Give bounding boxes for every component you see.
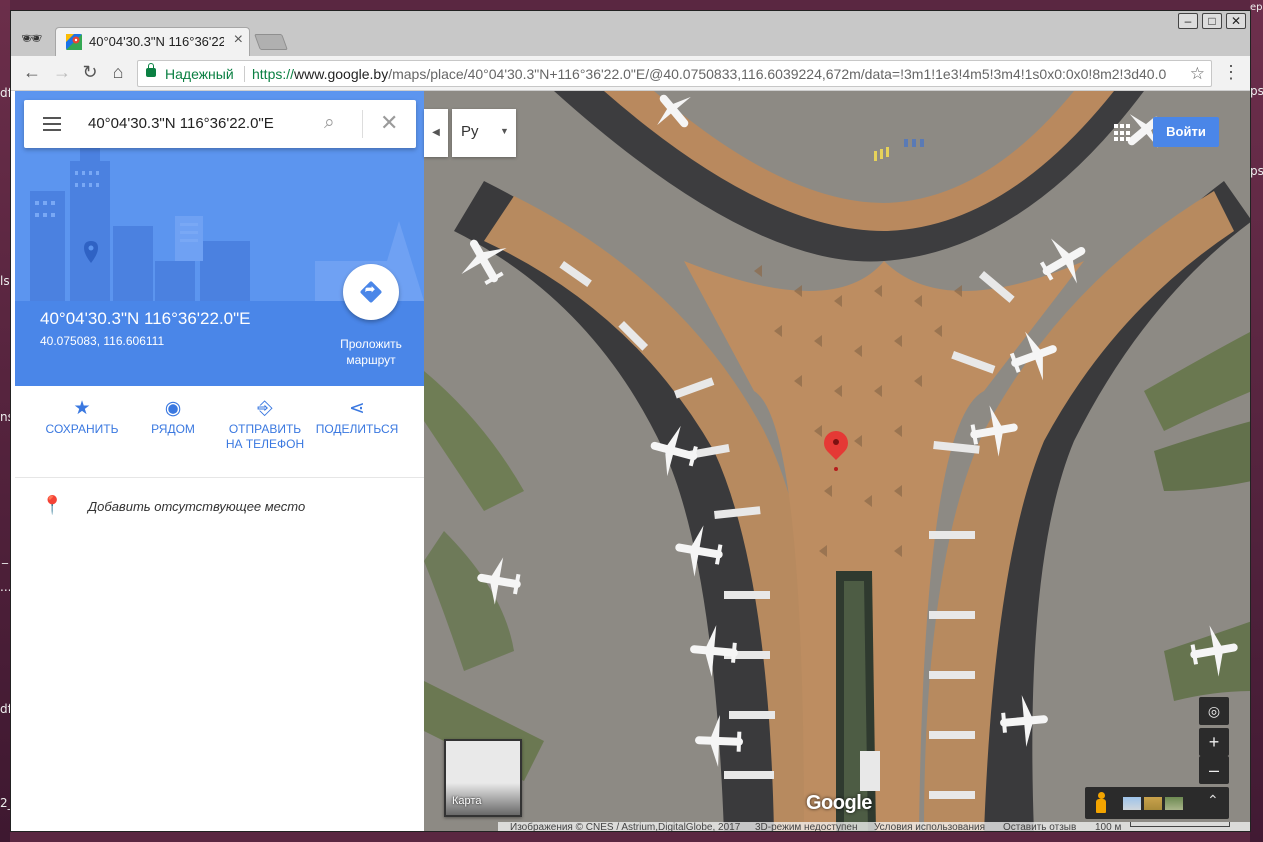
zoom-in-button[interactable]: + bbox=[1199, 728, 1229, 756]
minimize-button[interactable]: – bbox=[1178, 13, 1198, 29]
add-place-icon: 📍 bbox=[41, 495, 64, 515]
place-actions: ★ Сохранить ◉ Рядом ⎆ Отправить на телеф… bbox=[15, 396, 424, 476]
chevron-up-icon[interactable]: ⌃ bbox=[1207, 792, 1219, 809]
address-separator bbox=[244, 66, 245, 82]
map-type-label: Карта bbox=[452, 795, 482, 807]
tab-title: 40°04'30.3"N 116°36'22.0"E bbox=[89, 34, 224, 49]
search-icon[interactable]: ⌕ bbox=[324, 112, 335, 134]
my-location-button[interactable]: ◎ bbox=[1199, 697, 1229, 725]
share-button[interactable]: ⋖ Поделиться bbox=[311, 396, 403, 437]
desktop-fragment: _ bbox=[2, 550, 8, 564]
add-missing-place-link[interactable]: 📍 Добавить отсутствующее место bbox=[15, 489, 424, 525]
map-type-toggle[interactable]: Карта bbox=[444, 739, 522, 817]
menu-icon[interactable] bbox=[43, 117, 61, 131]
close-window-button[interactable]: ✕ bbox=[1226, 13, 1246, 29]
collapse-panel-button[interactable]: ◀ bbox=[424, 109, 448, 157]
three-d-unavailable: 3D-режим недоступен bbox=[755, 822, 858, 832]
chevron-down-icon: ▼ bbox=[500, 126, 509, 136]
tab-strip: 🕶 40°04'30.3"N 116°36'22.0"E × – □ ✕ bbox=[11, 11, 1250, 56]
new-tab-button[interactable] bbox=[254, 34, 288, 50]
zoom-out-button[interactable]: – bbox=[1199, 756, 1229, 784]
scale-bar bbox=[1130, 822, 1230, 827]
search-divider bbox=[362, 110, 363, 138]
page-content: 40°04'30.3"N 116°36'22.0"E 40.075083, 11… bbox=[11, 91, 1250, 832]
desktop-fragment: ls bbox=[0, 274, 10, 288]
home-icon[interactable]: ⌂ bbox=[107, 62, 129, 83]
street-view-bar: ⌃ bbox=[1085, 787, 1229, 819]
close-tab-icon[interactable]: × bbox=[234, 31, 243, 49]
imagery-thumbnail[interactable] bbox=[1165, 797, 1183, 810]
maximize-button[interactable]: □ bbox=[1202, 13, 1222, 29]
browser-window: 🕶 40°04'30.3"N 116°36'22.0"E × – □ ✕ ← →… bbox=[10, 10, 1251, 832]
divider bbox=[15, 477, 424, 478]
place-coordinates: 40.075083, 116.606111 bbox=[40, 334, 165, 348]
scale-label[interactable]: 100 м bbox=[1095, 822, 1121, 831]
forward-arrow-icon[interactable]: → bbox=[51, 62, 73, 83]
nearby-icon: ◉ bbox=[164, 398, 182, 419]
browser-toolbar: ← → ↻ ⌂ Надежный https://www.google.by/m… bbox=[11, 56, 1250, 91]
imagery-thumbnail[interactable] bbox=[1123, 797, 1141, 810]
bookmark-star-icon[interactable]: ☆ bbox=[1190, 64, 1205, 84]
save-button[interactable]: ★ Сохранить bbox=[36, 396, 128, 437]
incognito-icon: 🕶 bbox=[21, 29, 43, 48]
feedback-link[interactable]: Оставить отзыв bbox=[1003, 822, 1076, 831]
directions-button[interactable]: ➦ bbox=[343, 264, 399, 320]
share-icon: ⋖ bbox=[349, 398, 365, 419]
secure-label: Надежный bbox=[165, 66, 234, 82]
nearby-button[interactable]: ◉ Рядом bbox=[127, 396, 219, 437]
url-text[interactable]: https://www.google.by/maps/place/40°04'3… bbox=[252, 66, 1167, 82]
reload-icon[interactable]: ↻ bbox=[79, 62, 101, 83]
login-button[interactable]: Войти bbox=[1153, 117, 1219, 147]
close-icon[interactable]: ✕ bbox=[380, 110, 398, 136]
place-title: 40°04'30.3"N 116°36'22.0"E bbox=[40, 309, 251, 328]
language-select[interactable]: Ру ▼ bbox=[452, 109, 516, 157]
imagery-thumbnail[interactable] bbox=[1144, 797, 1162, 810]
search-input[interactable]: 40°04'30.3"N 116°36'22.0"E bbox=[88, 115, 274, 132]
back-arrow-icon[interactable]: ← bbox=[21, 62, 43, 83]
pegman-icon[interactable] bbox=[1095, 792, 1107, 814]
map-footer: Изображения © CNES / Astrium,DigitalGlob… bbox=[498, 822, 1250, 832]
add-missing-place-label: Добавить отсутствующее место bbox=[88, 499, 306, 514]
desktop-fragment: ерв bbox=[1250, 2, 1263, 13]
google-logo: Google bbox=[806, 792, 872, 814]
language-value: Ру bbox=[461, 123, 479, 140]
address-bar[interactable]: Надежный https://www.google.by/maps/plac… bbox=[137, 60, 1212, 87]
apps-grid-icon[interactable] bbox=[1114, 124, 1132, 142]
google-maps-favicon bbox=[66, 34, 82, 50]
directions-label[interactable]: Проложить маршрут bbox=[325, 336, 417, 368]
tab-active[interactable]: 40°04'30.3"N 116°36'22.0"E × bbox=[55, 27, 250, 56]
desktop-fragment: ps bbox=[1250, 84, 1263, 98]
imagery-credit: Изображения © CNES / Astrium,DigitalGlob… bbox=[510, 822, 741, 832]
desktop-right-edge bbox=[1250, 0, 1263, 842]
location-pin-icon[interactable] bbox=[819, 426, 853, 473]
lock-icon bbox=[146, 63, 156, 77]
search-box[interactable]: 40°04'30.3"N 116°36'22.0"E ⌕ ✕ bbox=[24, 100, 416, 148]
star-icon: ★ bbox=[73, 398, 91, 419]
browser-menu-icon[interactable]: ⋮ bbox=[1222, 62, 1240, 83]
send-to-phone-icon: ⎆ bbox=[257, 398, 273, 419]
desktop-fragment: ps bbox=[1250, 164, 1263, 178]
send-to-phone-button[interactable]: ⎆ Отправить на телефон bbox=[219, 396, 311, 452]
terms-link[interactable]: Условия использования bbox=[874, 822, 985, 831]
side-panel: 40°04'30.3"N 116°36'22.0"E 40.075083, 11… bbox=[15, 91, 424, 831]
